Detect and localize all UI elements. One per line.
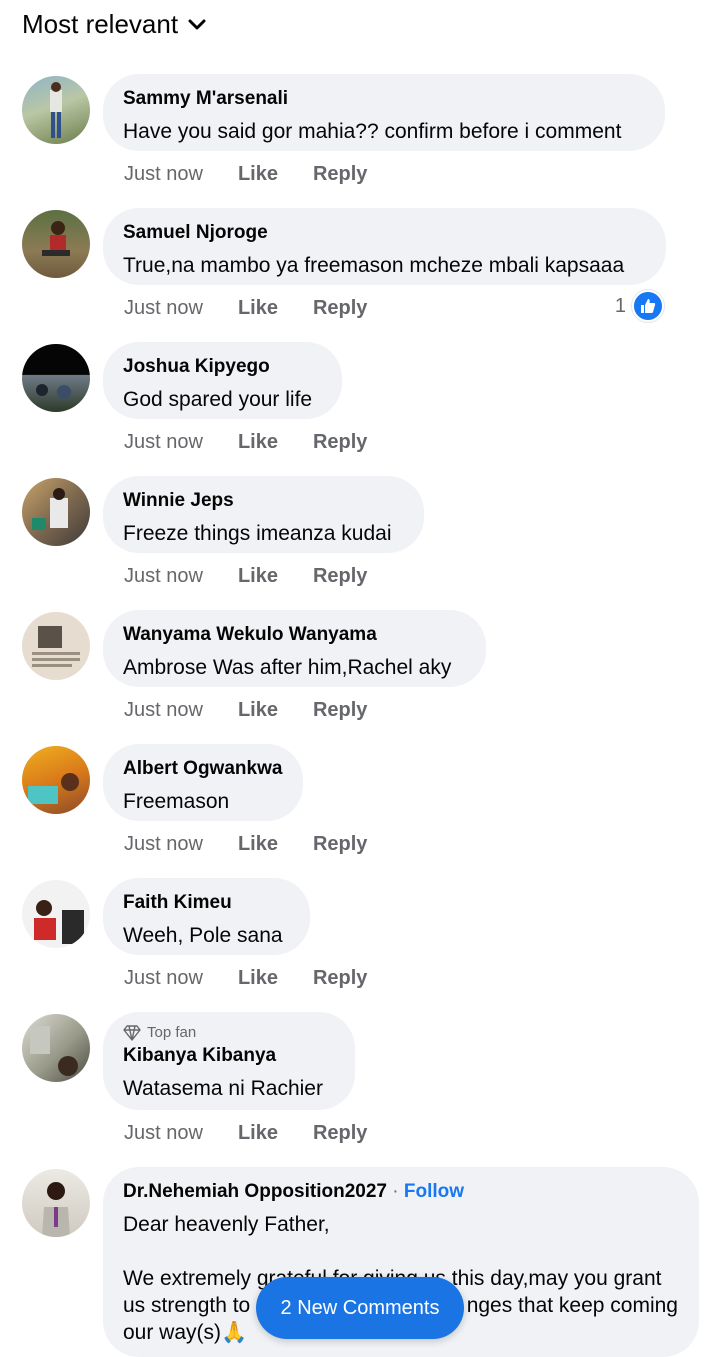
comment-text: God spared your life [123,388,313,411]
follow-button[interactable]: Follow [404,1181,464,1202]
comment-bubble[interactable]: Faith Kimeu Weeh, Pole sana [103,878,310,955]
avatar[interactable] [22,344,90,412]
like-button[interactable]: Like [238,565,278,588]
new-comments-label: 2 New Comments [280,1296,440,1319]
reply-button[interactable]: Reply [313,163,367,186]
comment-timestamp[interactable]: Just now [124,833,203,856]
reply-button[interactable]: Reply [313,565,367,588]
comment-text: Ambrose Was after him,Rachel aky [123,656,452,679]
separator-dot: · [392,1181,399,1202]
thumbs-up-icon [632,290,664,322]
like-button[interactable]: Like [238,699,278,722]
avatar[interactable] [22,478,90,546]
comment-author[interactable]: Joshua Kipyego [123,356,320,378]
comment-bubble[interactable]: Albert Ogwankwa Freemason [103,744,303,821]
avatar[interactable] [22,210,90,278]
comment-bubble[interactable]: Top fan Kibanya Kibanya Watasema ni Rach… [103,1012,355,1110]
avatar[interactable] [22,612,90,680]
comment-text: Have you said gor mahia?? confirm before… [123,120,622,143]
comment-timestamp[interactable]: Just now [124,565,203,588]
sort-label: Most relevant [22,8,179,39]
top-fan-label: Top fan [147,1024,197,1041]
reply-button[interactable]: Reply [313,431,367,454]
like-button[interactable]: Like [238,1122,278,1145]
avatar[interactable] [22,1169,90,1237]
reply-button[interactable]: Reply [313,833,367,856]
reply-button[interactable]: Reply [313,699,367,722]
reply-button[interactable]: Reply [313,297,367,320]
sort-dropdown[interactable]: Most relevant [22,6,206,42]
avatar[interactable] [22,746,90,814]
reply-button[interactable]: Reply [313,1122,367,1145]
comment-text: Watasema ni Rachier [123,1077,323,1100]
comment-timestamp[interactable]: Just now [124,163,203,186]
comment-bubble[interactable]: Samuel Njoroge True,na mambo ya freemaso… [103,208,666,285]
comment-author[interactable]: Albert Ogwankwa [123,758,282,780]
comment-text: Freeze things imeanza kudai [123,522,392,545]
like-button[interactable]: Like [238,297,278,320]
comment-timestamp[interactable]: Just now [124,297,203,320]
comment-timestamp[interactable]: Just now [124,967,203,990]
comment-text: Weeh, Pole sana [123,924,283,947]
comment-bubble[interactable]: Winnie Jeps Freeze things imeanza kudai [103,476,424,553]
like-button[interactable]: Like [238,431,278,454]
comment-text-line-3b: nges that keep coming [466,1294,678,1317]
comment-timestamp[interactable]: Just now [124,1122,203,1145]
comment-author[interactable]: Samuel Njoroge [123,222,644,244]
reaction-count-label: 1 [614,294,626,317]
comment-bubble[interactable]: Joshua Kipyego God spared your life [103,342,342,419]
comment-text: Freemason [123,790,230,813]
comment-bubble[interactable]: Wanyama Wekulo Wanyama Ambrose Was after… [103,610,486,687]
new-comments-button[interactable]: 2 New Comments [256,1277,464,1339]
comment-bubble[interactable]: Sammy M'arsenali Have you said gor mahia… [103,74,665,151]
comment-author[interactable]: Dr.Nehemiah Opposition2027 [123,1181,387,1202]
comment-author[interactable]: Wanyama Wekulo Wanyama [123,624,464,646]
avatar[interactable] [22,880,90,948]
comment-text: True,na mambo ya freemason mcheze mbali … [123,254,625,277]
avatar[interactable] [22,1014,90,1082]
like-button[interactable]: Like [238,163,278,186]
comment-timestamp[interactable]: Just now [124,431,203,454]
chevron-down-icon [188,19,206,30]
comment-author[interactable]: Winnie Jeps [123,490,402,512]
comment-text-line-1: Dear heavenly Father, [123,1213,330,1236]
like-button[interactable]: Like [238,833,278,856]
comment-text-line-3a: us strength to [123,1294,251,1317]
reply-button[interactable]: Reply [313,967,367,990]
avatar[interactable] [22,76,90,144]
reaction-count[interactable]: 1 [615,290,664,322]
comment-timestamp[interactable]: Just now [124,699,203,722]
diamond-icon [123,1024,141,1041]
like-button[interactable]: Like [238,967,278,990]
comment-author[interactable]: Faith Kimeu [123,892,288,914]
comment-author[interactable]: Sammy M'arsenali [123,88,643,110]
comment-author[interactable]: Kibanya Kibanya [123,1045,333,1067]
top-fan-badge: Top fan [123,1024,333,1041]
